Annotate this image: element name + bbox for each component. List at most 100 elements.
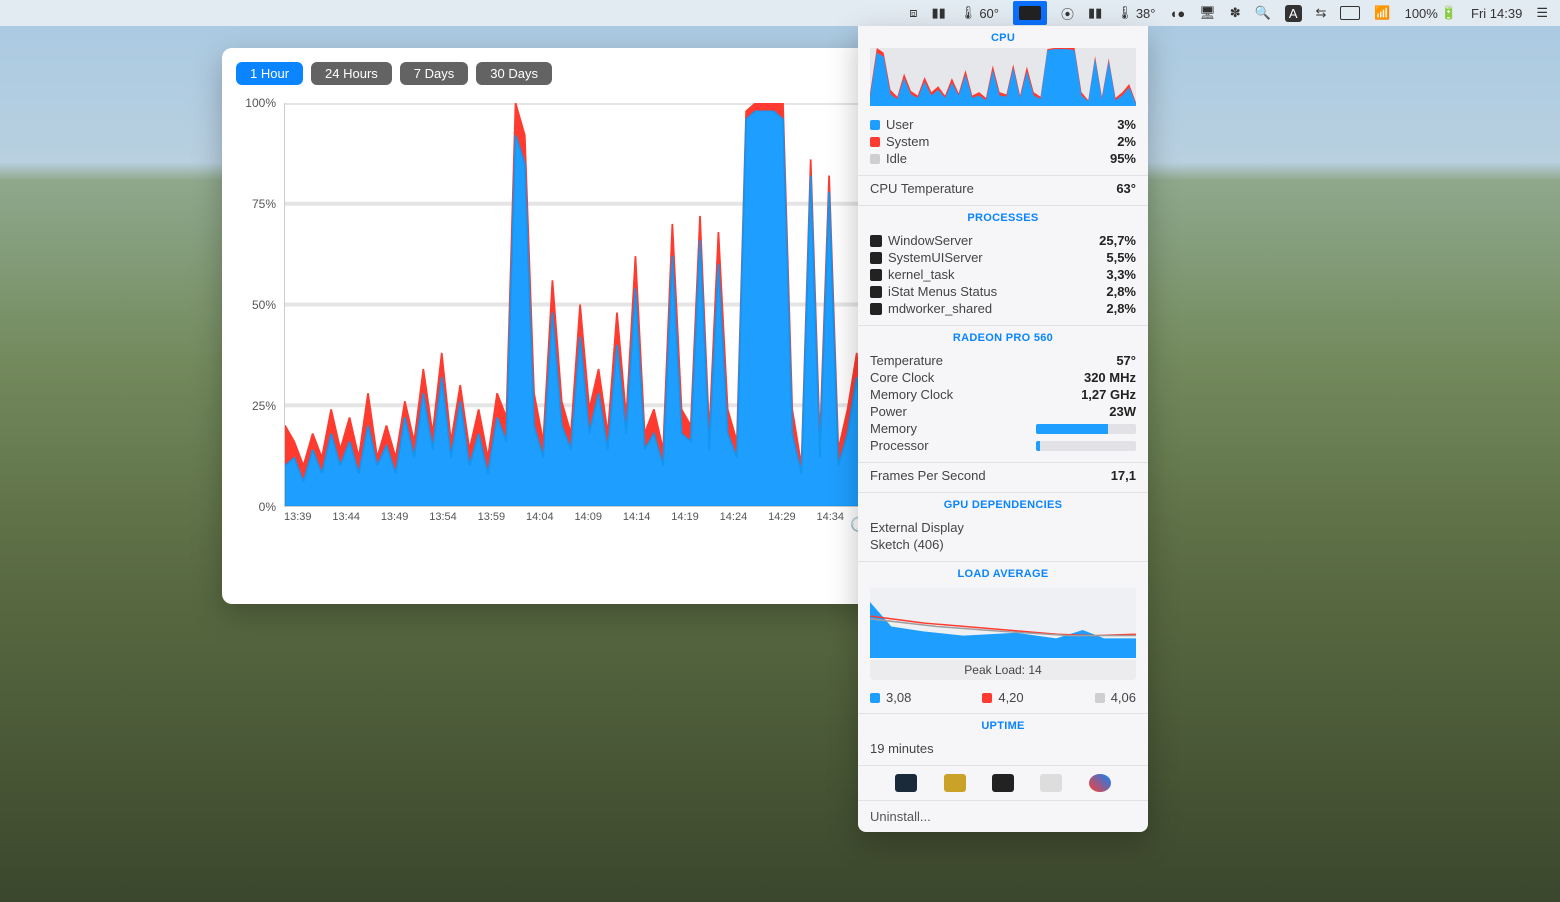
cpu-temperature-row[interactable]: CPU Temperature63° [870,180,1136,197]
cpu-menubar-item-selected[interactable] [1013,1,1047,25]
segment-30-days[interactable]: 30 Days [476,62,552,85]
process-name: iStat Menus Status [888,284,1106,299]
process-row[interactable]: kernel_task3,3% [870,266,1136,283]
cpu-chart: 100% 75% 50% 25% 0% 13:3913:4413:4913:54… [236,103,872,533]
uninstall-button[interactable]: Uninstall... [858,800,1148,832]
gpu-stat-row: Memory Clock1,27 GHz [870,386,1136,403]
legend-system: System2% [870,133,1136,150]
process-row[interactable]: WindowServer25,7% [870,232,1136,249]
tab-memory-icon[interactable] [944,774,966,792]
process-cpu: 5,5% [1106,250,1136,265]
gpu-dep-item: External Display [870,519,1136,536]
x-tick: 14:24 [720,511,748,533]
gpu-stat-row: Temperature 57° [870,352,1136,369]
segment-1-hour[interactable]: 1 Hour [236,62,303,85]
x-tick: 14:14 [623,511,651,533]
process-cpu: 2,8% [1106,301,1136,316]
gpu-dependencies: External Display Sketch (406) [858,515,1148,561]
spotlight-icon[interactable]: 🔍 [1255,5,1271,21]
process-row[interactable]: SystemUIServer5,5% [870,249,1136,266]
fps-row[interactable]: Frames Per Second17,1 [870,467,1136,484]
section-title-cpu: CPU [858,26,1148,48]
gpu-stat-label: Processor [870,438,929,453]
legend-idle: Idle95% [870,150,1136,167]
temp-indicator-2[interactable]: 🌡38° [1116,5,1155,21]
section-title-uptime: UPTIME [858,714,1148,736]
clock[interactable]: Fri 14:39 [1471,6,1522,21]
y-axis: 100% 75% 50% 25% 0% [236,103,280,507]
load-15m: 4,06 [1095,690,1136,705]
time-range-segmented-control: 1 Hour 24 Hours 7 Days 30 Days [236,62,872,85]
gpu-stat-row: Power23W [870,403,1136,420]
gpu-stats: Temperature 57°Core Clock320 MHzMemory Cl… [858,348,1148,462]
gpu-stat-value: 57° [1116,353,1136,368]
app-icon [870,286,882,298]
tab-sensors-icon[interactable] [1089,774,1111,792]
battery-box-icon[interactable] [1340,6,1360,20]
cpu-mini-chart[interactable] [870,48,1136,106]
app-icon [870,252,882,264]
load-average-chart[interactable] [870,588,1136,658]
footer-tabs [858,765,1148,800]
bluetooth-icon[interactable]: ✽ [1230,5,1241,21]
load-peak-label: Peak Load: 14 [870,660,1136,680]
x-tick: 14:29 [768,511,796,533]
x-tick: 13:49 [381,511,409,533]
gpu-stat-value: 320 MHz [1084,370,1136,385]
cpu-history-window: 1 Hour 24 Hours 7 Days 30 Days 100% 75% … [222,48,886,604]
app-icon [870,235,882,247]
x-tick: 13:54 [429,511,457,533]
process-list: WindowServer25,7%SystemUIServer5,5%kerne… [858,228,1148,325]
gpu-stat-label: Temperature [870,353,943,368]
process-cpu: 25,7% [1099,233,1136,248]
section-title-gpu-deps: GPU DEPENDENCIES [858,493,1148,515]
tab-disk-icon[interactable] [992,774,1014,792]
x-tick: 13:59 [478,511,506,533]
process-name: kernel_task [888,267,1106,282]
gpu-stat-value: 23W [1109,404,1136,419]
load-values: 3,08 4,20 4,06 [858,686,1148,713]
temp-indicator-1[interactable]: 🌡60° [960,5,999,21]
tab-cpu-icon[interactable] [895,774,917,792]
tab-network-icon[interactable] [1040,774,1062,792]
gpu-stat-row: Memory [870,420,1136,437]
menu-extras-icon[interactable]: ☰ [1536,5,1548,21]
wifi-icon[interactable]: 📶 [1374,5,1390,21]
process-cpu: 2,8% [1106,284,1136,299]
section-title-load: LOAD AVERAGE [858,562,1148,584]
gpu-usage-bar [1036,441,1136,451]
load-1m: 3,08 [870,690,911,705]
sync-icon[interactable]: ⇆ [1316,5,1327,21]
process-name: WindowServer [888,233,1099,248]
disk-icon[interactable]: ▮▮ [931,5,945,21]
status-bars-icon[interactable]: ▮▮ [1088,5,1102,21]
section-title-processes: PROCESSES [858,206,1148,228]
app-icon [870,303,882,315]
x-tick: 13:39 [284,511,312,533]
x-tick: 14:19 [671,511,699,533]
segment-7-days[interactable]: 7 Days [400,62,468,85]
x-tick: 14:04 [526,511,554,533]
gpu-stat-row: Processor [870,437,1136,454]
input-source-icon[interactable]: A [1285,5,1302,22]
legend-user: User3% [870,116,1136,133]
section-title-gpu: RADEON PRO 560 [858,326,1148,348]
x-tick: 14:09 [574,511,602,533]
cpu-legend: User3% System2% Idle95% [858,112,1148,175]
battery-percent[interactable]: 100% 🔋 [1405,5,1457,21]
gpu-stat-value: 1,27 GHz [1081,387,1136,402]
display-icon[interactable]: 🖥 [1199,5,1216,21]
gpu-dep-item: Sketch (406) [870,536,1136,553]
segment-24-hours[interactable]: 24 Hours [311,62,392,85]
toggle-icon[interactable]: ◖● [1170,6,1186,21]
gpu-stat-row: Core Clock320 MHz [870,369,1136,386]
process-name: mdworker_shared [888,301,1106,316]
process-row[interactable]: iStat Menus Status2,8% [870,283,1136,300]
dropbox-icon[interactable]: ⧈ [909,5,917,21]
gpu-stat-label: Memory [870,421,917,436]
x-tick: 14:34 [816,511,844,533]
record-icon[interactable]: ⦿ [1061,4,1074,23]
menubar: ⧈ ▮▮ 🌡60° ⦿ ▮▮ 🌡38° ◖● 🖥 ✽ 🔍 A ⇆ 📶 100% … [0,0,1560,26]
istat-dropdown-panel: CPU User3% System2% Idle95% CPU Temperat… [858,26,1148,832]
process-row[interactable]: mdworker_shared2,8% [870,300,1136,317]
